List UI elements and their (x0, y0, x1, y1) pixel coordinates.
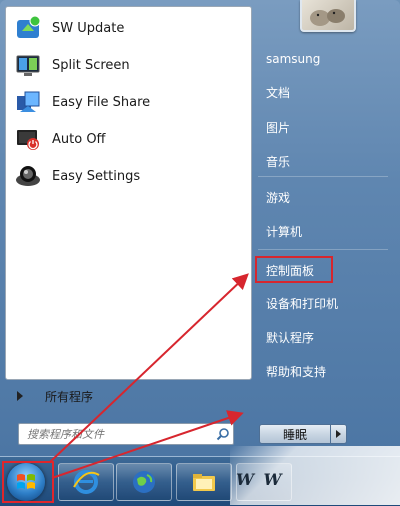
program-item-auto-off[interactable]: Auto Off (10, 122, 246, 156)
highlight-box (255, 256, 333, 283)
triangle-right-icon (17, 391, 23, 401)
search-box[interactable] (18, 423, 234, 445)
all-programs-item[interactable]: 所有程序 (6, 384, 248, 408)
taskbar-internet-explorer[interactable] (58, 463, 114, 501)
right-item-user[interactable]: samsung (258, 47, 392, 71)
triangle-right-icon (336, 430, 341, 438)
right-item-music[interactable]: 音乐 (258, 149, 392, 173)
right-item-label: 计算机 (266, 224, 303, 239)
right-item-label: 设备和打印机 (266, 296, 339, 311)
auto-off-icon (14, 125, 42, 153)
program-label: Easy Settings (52, 168, 141, 184)
program-label: SW Update (52, 20, 125, 36)
right-item-help-support[interactable]: 帮助和支持 (258, 359, 392, 383)
globe-icon (133, 471, 155, 493)
divider (258, 176, 388, 177)
internet-explorer-icon (73, 470, 100, 494)
sleep-button-label: 睡眠 (282, 427, 307, 442)
program-item-easy-file-share[interactable]: Easy File Share (10, 85, 246, 119)
taskbar-explorer[interactable] (176, 463, 232, 501)
program-label: Auto Off (52, 131, 106, 147)
program-item-split-screen[interactable]: Split Screen (10, 48, 246, 82)
right-item-label: 游戏 (266, 190, 291, 205)
easy-settings-icon (14, 162, 42, 190)
search-input[interactable] (19, 425, 213, 443)
divider (258, 249, 388, 250)
right-item-computer[interactable]: 计算机 (258, 219, 392, 243)
program-item-easy-settings[interactable]: Easy Settings (10, 159, 246, 193)
user-avatar[interactable] (300, 0, 356, 32)
taskbar-globe[interactable] (116, 463, 172, 501)
right-item-label: 帮助和支持 (266, 364, 327, 379)
program-label: Easy File Share (52, 94, 151, 110)
folder-icon (193, 474, 215, 491)
split-screen-icon (14, 51, 42, 79)
sw-update-icon (14, 14, 42, 42)
easy-file-share-icon (14, 88, 42, 116)
start-highlight-box (2, 461, 54, 503)
right-item-label: 默认程序 (266, 330, 315, 345)
right-item-label: 音乐 (266, 154, 291, 169)
user-name-label: samsung (266, 52, 321, 66)
program-list-pane: SW Update Split Screen Easy File Share A… (5, 6, 252, 380)
sleep-button[interactable]: 睡眠 (259, 424, 331, 444)
all-programs-label: 所有程序 (45, 389, 94, 404)
right-item-documents[interactable]: 文档 (258, 80, 392, 104)
program-label: Split Screen (52, 57, 130, 73)
right-item-label: 图片 (266, 120, 291, 135)
right-item-label: 文档 (266, 85, 291, 100)
program-item-sw-update[interactable]: SW Update (10, 11, 246, 45)
right-item-pictures[interactable]: 图片 (258, 115, 392, 139)
search-icon[interactable] (213, 424, 233, 444)
right-item-devices-printers[interactable]: 设备和打印机 (258, 291, 392, 315)
right-item-games[interactable]: 游戏 (258, 185, 392, 209)
shutdown-control: 睡眠 (259, 424, 347, 444)
shutdown-options-button[interactable] (331, 424, 347, 444)
watermark-text: W W (236, 470, 284, 489)
right-item-default-programs[interactable]: 默认程序 (258, 325, 392, 349)
